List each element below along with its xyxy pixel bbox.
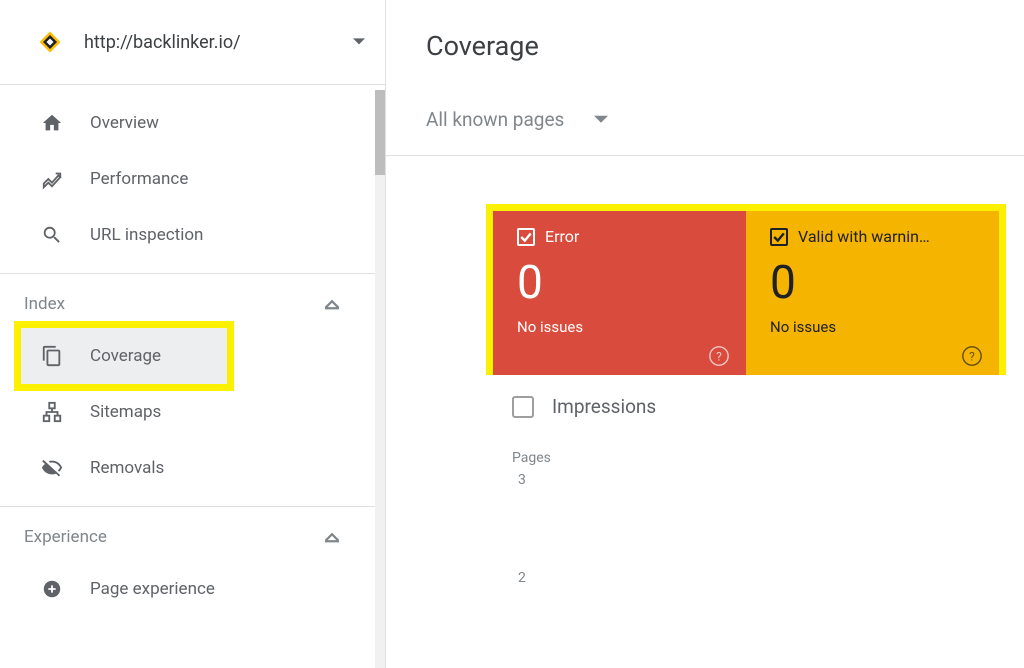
sidebar-item-url-inspection[interactable]: URL inspection [0, 207, 385, 263]
main-content: Coverage All known pages Error 0 No issu… [386, 0, 1024, 668]
sidebar: http://backlinker.io/ Overview Performan… [0, 0, 386, 668]
chart-pages: Pages 3 2 [486, 430, 1024, 668]
card-subtext: No issues [517, 318, 726, 336]
y-tick: 3 [518, 472, 1024, 488]
filter-dropdown[interactable]: All known pages [386, 88, 1024, 156]
property-selector[interactable]: http://backlinker.io/ [0, 0, 385, 85]
home-icon [40, 111, 64, 135]
nav-label: URL inspection [90, 225, 203, 245]
sidebar-item-coverage[interactable]: Coverage [21, 328, 227, 384]
filter-label: All known pages [426, 108, 564, 131]
chevron-up-icon [325, 297, 339, 311]
section-label: Index [24, 294, 65, 314]
chevron-up-icon [325, 530, 339, 544]
page-title: Coverage [386, 0, 1024, 88]
copy-icon [40, 344, 64, 368]
nav-label: Performance [90, 169, 188, 189]
visibility-off-icon [40, 456, 64, 480]
chart-title: Pages [512, 450, 1024, 466]
help-icon[interactable]: ? [708, 345, 730, 367]
card-warning[interactable]: Valid with warnin… 0 No issues ? [746, 211, 999, 375]
circle-plus-icon [40, 577, 64, 601]
scrollbar-thumb[interactable] [375, 90, 385, 175]
nav-primary: Overview Performance URL inspection [0, 85, 385, 263]
y-tick: 2 [518, 570, 1024, 586]
search-icon [40, 223, 64, 247]
impressions-label: Impressions [552, 395, 656, 418]
section-label: Experience [24, 527, 107, 547]
svg-text:?: ? [716, 350, 722, 364]
highlight-cards-annotation: Error 0 No issues ? Valid with warnin… 0… [486, 204, 1006, 375]
card-label: Valid with warnin… [798, 227, 930, 246]
nav-label: Page experience [90, 579, 215, 599]
nav-label: Overview [90, 113, 159, 133]
property-url: http://backlinker.io/ [84, 32, 353, 53]
help-icon[interactable]: ? [961, 345, 983, 367]
performance-icon [40, 167, 64, 191]
sidebar-item-performance[interactable]: Performance [0, 151, 385, 207]
sitemaps-icon [40, 400, 64, 424]
card-subtext: No issues [770, 318, 979, 336]
card-error[interactable]: Error 0 No issues ? [493, 211, 746, 375]
section-header-index[interactable]: Index [0, 274, 385, 328]
section-header-experience[interactable]: Experience [0, 507, 385, 561]
dropdown-arrow-icon [353, 36, 365, 48]
checkbox-unchecked-icon[interactable] [512, 396, 534, 418]
sidebar-item-page-experience[interactable]: Page experience [0, 561, 385, 617]
checkbox-checked-icon[interactable] [517, 228, 535, 246]
nav-label: Sitemaps [90, 402, 161, 422]
card-label: Error [545, 227, 579, 246]
impressions-toggle[interactable]: Impressions [486, 375, 1024, 430]
card-count: 0 [517, 256, 726, 310]
nav-label: Removals [90, 458, 164, 478]
sidebar-item-sitemaps[interactable]: Sitemaps [0, 384, 385, 440]
checkbox-checked-icon[interactable] [770, 228, 788, 246]
svg-text:?: ? [969, 350, 975, 364]
sidebar-item-removals[interactable]: Removals [0, 440, 385, 496]
card-count: 0 [770, 256, 979, 310]
nav-label: Coverage [90, 346, 161, 366]
sidebar-scrollbar[interactable] [375, 90, 385, 668]
dropdown-arrow-icon [594, 113, 608, 127]
property-logo-icon [36, 28, 64, 56]
sidebar-item-overview[interactable]: Overview [0, 95, 385, 151]
highlight-coverage-annotation: Coverage [14, 321, 234, 391]
